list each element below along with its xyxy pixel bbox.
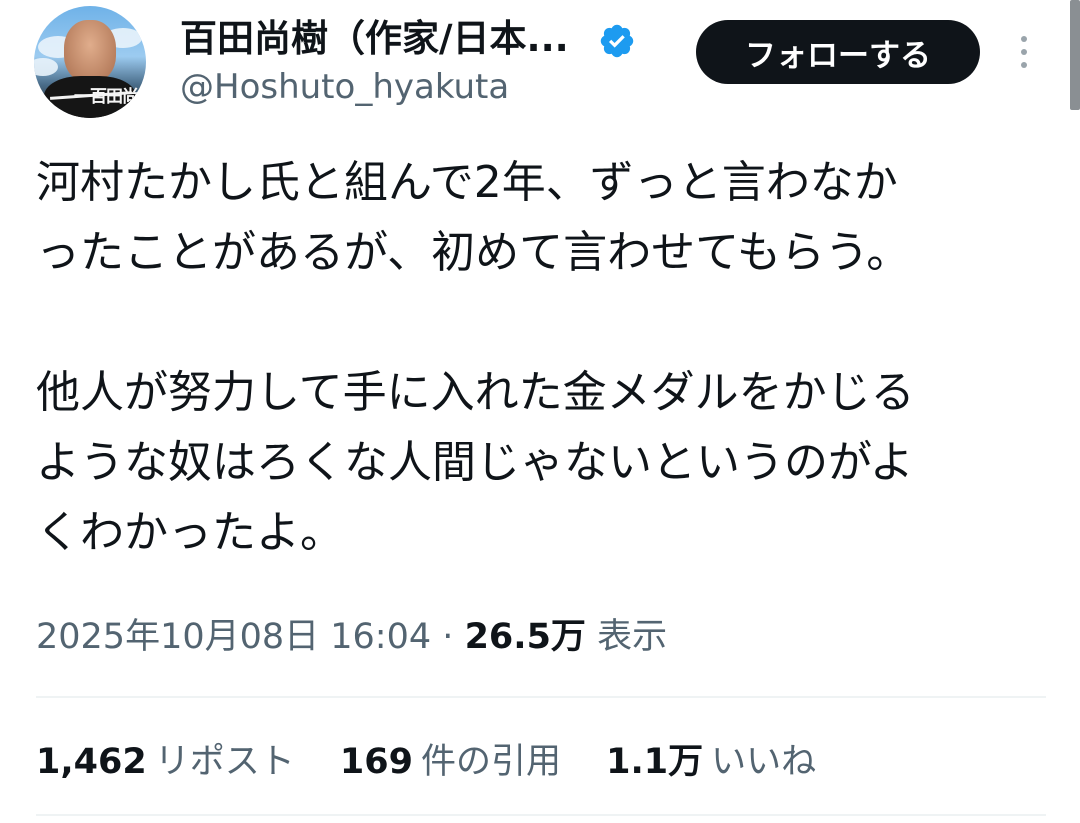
more-options-icon[interactable] (1016, 32, 1032, 72)
engagement-stats: 1,462 リポスト 169 件の引用 1.1万 いいね (36, 736, 850, 788)
retweets-label: リポスト (154, 742, 295, 782)
tweet-line: 河村たかし氏と組んで2年、ずっと言わなか (36, 157, 898, 208)
tweet-detail-page: 一百田尚樹 百田尚樹（作家/日本... @Hoshuto_hyakuta フォロ… (0, 0, 1080, 823)
divider (36, 696, 1046, 698)
tweet-meta: 2025年10月08日 16:04 · 26.5万 表示 (36, 612, 667, 662)
tweet-text: 河村たかし氏と組んで2年、ずっと言わなか ったことがあるが、初めて言わせてもらう… (36, 148, 1046, 568)
follow-button[interactable]: フォローする (696, 20, 980, 84)
meta-separator: · (442, 617, 454, 657)
likes-count: 1.1万 (606, 742, 704, 782)
likes-label: いいね (711, 742, 817, 782)
tweet-line: ような奴はろくな人間じゃないというのがよ (36, 437, 914, 488)
avatar[interactable]: 一百田尚樹 (34, 6, 146, 118)
tweet-line: くわかったよ。 (36, 507, 344, 558)
views-count: 26.5万 (464, 617, 586, 657)
views-label: 表示 (597, 617, 668, 657)
timestamp[interactable]: 2025年10月08日 16:04 (36, 617, 431, 657)
retweets-count: 1,462 (36, 742, 147, 782)
tweet-line: ったことがあるが、初めて言わせてもらう。 (36, 227, 911, 278)
quotes-label: 件の引用 (420, 742, 561, 782)
likes-stat[interactable]: 1.1万 いいね (606, 736, 816, 788)
display-name[interactable]: 百田尚樹（作家/日本... (180, 15, 569, 63)
tweet-line: 他人が努力して手に入れた金メダルをかじる (36, 367, 915, 418)
quotes-count: 169 (339, 742, 413, 782)
verified-badge-icon (600, 24, 634, 58)
avatar-signature: 一百田尚樹 (74, 87, 146, 107)
retweets-stat[interactable]: 1,462 リポスト (36, 736, 295, 788)
quotes-stat[interactable]: 169 件の引用 (340, 736, 561, 788)
divider (36, 814, 1046, 816)
user-handle[interactable]: @Hoshuto_hyakuta (180, 65, 509, 109)
scrollbar[interactable] (1070, 0, 1080, 110)
